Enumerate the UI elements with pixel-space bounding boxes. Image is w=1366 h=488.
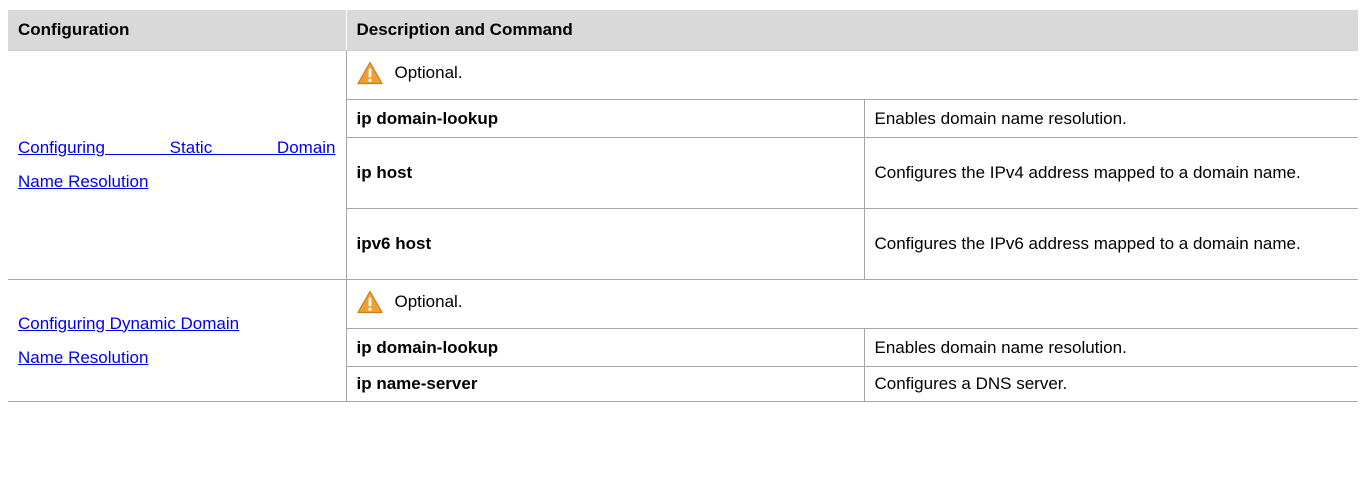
link-line-2: Name Resolution <box>18 172 149 191</box>
command-cell: ipv6 host <box>346 208 865 280</box>
description-cell: Configures a DNS server. <box>864 366 1358 402</box>
header-configuration: Configuration <box>8 10 347 51</box>
configuring-dynamic-domain-name-resolution-link[interactable]: Configuring Dynamic Domain Name Resolutio… <box>18 307 336 375</box>
command-cell: ip host <box>346 137 865 209</box>
description-cell: Configures the IPv6 address mapped to a … <box>864 208 1358 280</box>
command-cell: ip name-server <box>346 366 865 402</box>
section-static-config-cell: Configuring Static Domain Name Resolution <box>8 50 347 280</box>
link-line-1: Configuring Dynamic Domain <box>18 313 240 333</box>
configuring-static-domain-name-resolution-link[interactable]: Configuring Static Domain Name Resolution <box>18 131 336 199</box>
section-dynamic-note-row: Configuring Dynamic Domain Name Resolutio… <box>8 279 1358 402</box>
optional-note-cell: Optional. <box>346 50 1358 100</box>
command-cell: ip domain-lookup <box>346 99 865 138</box>
section-static-note-row: Configuring Static Domain Name Resolution… <box>8 50 1358 280</box>
description-cell: Enables domain name resolution. <box>864 328 1358 367</box>
command-cell: ip domain-lookup <box>346 328 865 367</box>
optional-note-text: Optional. <box>394 62 463 82</box>
table-header-row: Configuration Description and Command <box>8 10 1358 51</box>
description-cell: Configures the IPv4 address mapped to a … <box>864 137 1358 209</box>
link-line-1: Configuring Static Domain <box>18 138 336 157</box>
optional-note-cell: Optional. <box>346 279 1358 329</box>
section-dynamic-config-cell: Configuring Dynamic Domain Name Resolutio… <box>8 279 347 402</box>
optional-note-text: Optional. <box>394 291 463 311</box>
link-line-2: Name Resolution <box>18 347 149 367</box>
header-description-and-command: Description and Command <box>346 10 1358 51</box>
warning-icon <box>356 290 383 313</box>
configuration-table: Configuration Description and Command Co… <box>8 10 1358 402</box>
warning-icon <box>356 61 383 84</box>
description-cell: Enables domain name resolution. <box>864 99 1358 138</box>
